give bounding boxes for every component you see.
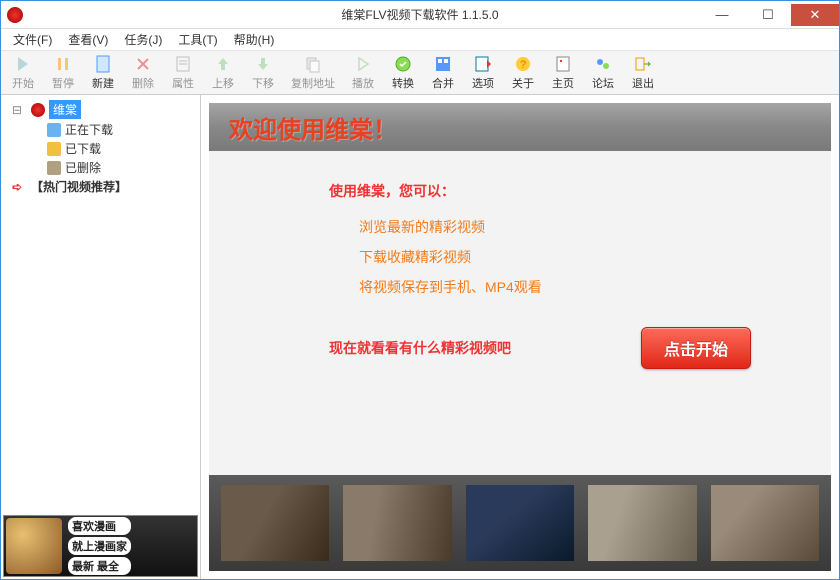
trash-icon [47,161,61,175]
tool-option[interactable]: 选项 [465,53,501,93]
feature-2: 下载收藏精彩视频 [329,247,771,267]
minimize-button[interactable]: — [699,4,745,26]
welcome-title: 欢迎使用维棠！ [229,110,397,145]
video-thumb[interactable] [221,485,329,561]
welcome-intro: 使用维棠，您可以： [329,181,771,201]
thumbnail-strip [209,475,831,571]
menu-task[interactable]: 任务(J) [116,29,170,50]
video-thumb[interactable] [466,485,574,561]
tool-delete[interactable]: 删除 [125,53,161,93]
maximize-button[interactable]: ☐ [745,4,791,26]
tool-home[interactable]: 主页 [545,53,581,93]
forum-icon [593,54,613,74]
close-button[interactable]: ✕ [791,4,839,26]
tool-pause[interactable]: 暂停 [45,53,81,93]
toolbar: 开始 暂停 新建 删除 属性 上移 下移 复制地址 播放 转换 合并 选项 ?关… [1,51,839,95]
folder-icon [47,142,61,156]
tool-copyaddr[interactable]: 复制地址 [285,53,341,93]
app-window: 维棠FLV视频下载软件 1.1.5.0 — ☐ ✕ 文件(F) 查看(V) 任务… [0,0,840,580]
welcome-panel: 欢迎使用维棠！ 使用维棠，您可以： 浏览最新的精彩视频 下载收藏精彩视频 将视频… [209,103,831,571]
tree: ⊟维棠 正在下载 已下载 已删除 ➪【热门视频推荐】 [1,95,200,513]
menubar: 文件(F) 查看(V) 任务(J) 工具(T) 帮助(H) [1,29,839,51]
playback-icon [353,54,373,74]
tool-convert[interactable]: 转换 [385,53,421,93]
folder-icon [47,123,61,137]
tool-about[interactable]: ?关于 [505,53,541,93]
window-title: 维棠FLV视频下载软件 1.1.5.0 [341,6,498,23]
play-icon [13,54,33,74]
down-icon [253,54,273,74]
menu-file[interactable]: 文件(F) [5,29,60,50]
home-icon [553,54,573,74]
app-icon [7,7,23,23]
titlebar[interactable]: 维棠FLV视频下载软件 1.1.5.0 — ☐ ✕ [1,1,839,29]
main-panel: 欢迎使用维棠！ 使用维棠，您可以： 浏览最新的精彩视频 下载收藏精彩视频 将视频… [201,95,839,579]
about-icon: ? [513,54,533,74]
tool-forum[interactable]: 论坛 [585,53,621,93]
tree-downloaded[interactable]: 已下载 [3,139,198,158]
copy-icon [303,54,323,74]
property-icon [173,54,193,74]
content: ⊟维棠 正在下载 已下载 已删除 ➪【热门视频推荐】 喜欢漫画 就上漫画家 最新… [1,95,839,579]
welcome-prompt: 现在就看看有什么精彩视频吧 [329,338,511,358]
option-icon [473,54,493,74]
video-thumb[interactable] [588,485,696,561]
tool-exit[interactable]: 退出 [625,53,661,93]
tool-movedown[interactable]: 下移 [245,53,281,93]
arrow-icon: ➪ [3,180,31,194]
merge-icon [433,54,453,74]
ad-image [6,518,62,574]
convert-icon [393,54,413,74]
tool-new[interactable]: 新建 [85,53,121,93]
sidebar: ⊟维棠 正在下载 已下载 已删除 ➪【热门视频推荐】 喜欢漫画 就上漫画家 最新… [1,95,201,579]
tool-start[interactable]: 开始 [5,53,41,93]
video-thumb[interactable] [343,485,451,561]
menu-tool[interactable]: 工具(T) [170,29,225,50]
menu-view[interactable]: 查看(V) [60,29,116,50]
start-button[interactable]: 点击开始 [641,327,751,369]
tree-downloading[interactable]: 正在下载 [3,120,198,139]
tool-moveup[interactable]: 上移 [205,53,241,93]
tool-play[interactable]: 播放 [345,53,381,93]
menu-help[interactable]: 帮助(H) [226,29,283,50]
exit-icon [633,54,653,74]
tree-root[interactable]: ⊟维棠 [3,99,198,120]
svg-text:?: ? [520,59,526,71]
new-icon [93,54,113,74]
tool-merge[interactable]: 合并 [425,53,461,93]
tree-deleted[interactable]: 已删除 [3,158,198,177]
welcome-body: 使用维棠，您可以： 浏览最新的精彩视频 下载收藏精彩视频 将视频保存到手机、MP… [209,151,831,475]
pause-icon [53,54,73,74]
up-icon [213,54,233,74]
tree-hot[interactable]: ➪【热门视频推荐】 [3,177,198,196]
tool-property[interactable]: 属性 [165,53,201,93]
video-thumb[interactable] [711,485,819,561]
feature-1: 浏览最新的精彩视频 [329,217,771,237]
app-small-icon [31,103,45,117]
welcome-header: 欢迎使用维棠！ [209,103,831,151]
feature-3: 将视频保存到手机、MP4观看 [329,277,771,297]
delete-icon [133,54,153,74]
sidebar-ad[interactable]: 喜欢漫画 就上漫画家 最新 最全 [3,515,198,577]
